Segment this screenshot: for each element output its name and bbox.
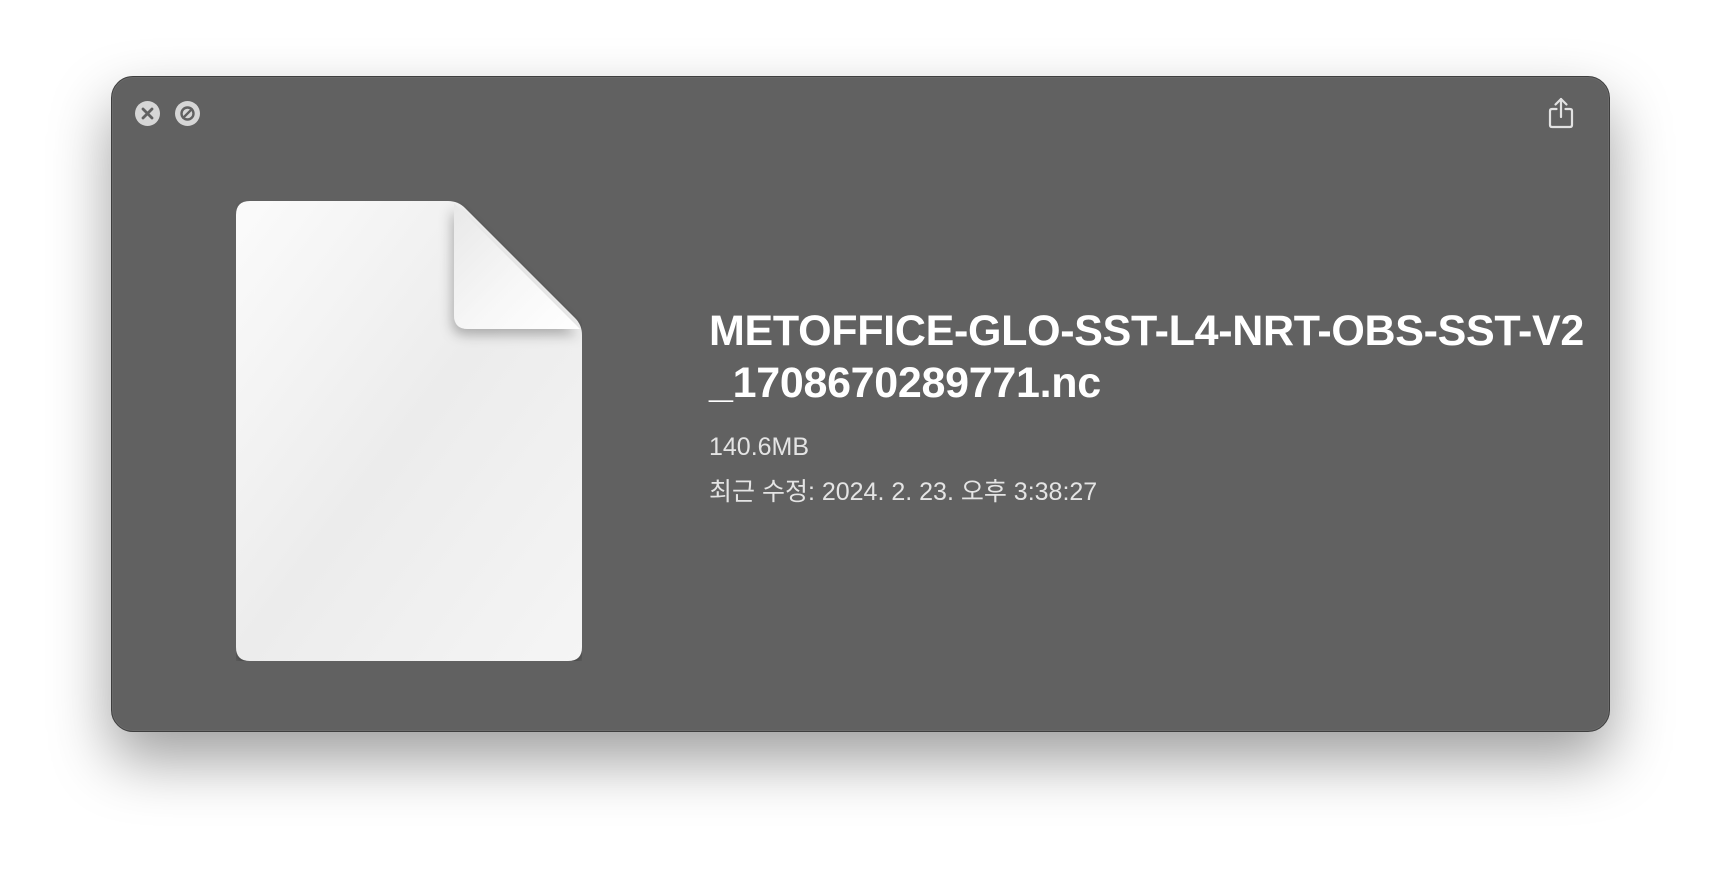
file-size: 140.6MB xyxy=(709,433,810,461)
file-name: METOFFICE-GLO-SST-L4-NRT-OBS-SST-V2_1708… xyxy=(709,307,1585,407)
no-entry-icon xyxy=(180,106,195,121)
share-icon xyxy=(1548,97,1574,129)
close-button[interactable] xyxy=(135,101,160,126)
share-button[interactable] xyxy=(1545,95,1577,131)
file-info: METOFFICE-GLO-SST-L4-NRT-OBS-SST-V2_1708… xyxy=(709,305,1589,507)
file-modified-date: 최근 수정: 2024. 2. 23. 오후 3:38:27 xyxy=(709,478,1098,506)
quicklook-window: METOFFICE-GLO-SST-L4-NRT-OBS-SST-V2_1708… xyxy=(111,76,1610,732)
close-icon xyxy=(141,107,154,120)
no-entry-button[interactable] xyxy=(175,101,200,126)
document-icon xyxy=(236,201,582,661)
